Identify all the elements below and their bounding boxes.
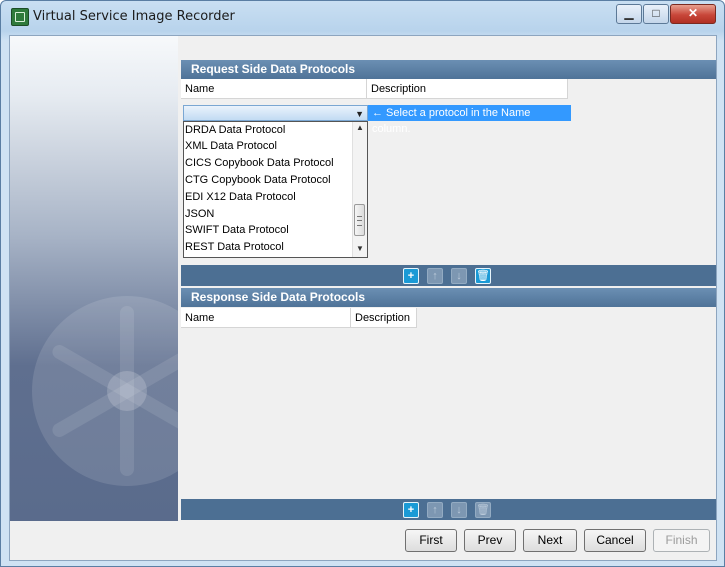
dropdown-item-ctg[interactable]: CTG Copybook Data Protocol: [184, 172, 331, 188]
recorder-window: Virtual Service Image Recorder ▁ □ ✕ Req…: [0, 0, 725, 567]
add-icon[interactable]: +: [403, 502, 419, 518]
dropdown-item-swift[interactable]: SWIFT Data Protocol: [184, 222, 289, 238]
request-protocols-table[interactable]: Name Description ▼ ← Select a protocol i…: [181, 79, 716, 265]
wizard-footer: First Prev Next Cancel Finish: [10, 521, 716, 560]
request-col-name[interactable]: Name: [181, 79, 367, 99]
scroll-down-icon[interactable]: ▼: [356, 244, 364, 253]
move-up-icon[interactable]: ↑: [427, 502, 443, 518]
next-button[interactable]: Next: [523, 529, 577, 552]
add-icon[interactable]: +: [403, 268, 419, 284]
delete-icon[interactable]: 🗑: [475, 502, 491, 518]
scroll-up-icon[interactable]: ▲: [356, 123, 364, 132]
request-section-header: Request Side Data Protocols: [181, 60, 716, 79]
title-bar[interactable]: Virtual Service Image Recorder ▁ □ ✕: [1, 1, 724, 35]
request-edit-row: ▼ ← Select a protocol in the Name column…: [181, 105, 716, 265]
response-section-header: Response Side Data Protocols: [181, 288, 716, 307]
window-title: Virtual Service Image Recorder: [33, 9, 235, 24]
select-protocol-hint: ← Select a protocol in the Name column.: [368, 105, 571, 135]
close-button[interactable]: ✕: [670, 4, 716, 24]
move-down-icon[interactable]: ↓: [451, 502, 467, 518]
dropdown-scrollbar[interactable]: ▲ ▼: [352, 122, 367, 257]
move-down-icon[interactable]: ↓: [451, 268, 467, 284]
response-col-description[interactable]: Description: [351, 308, 417, 328]
dropdown-item-rest[interactable]: REST Data Protocol: [184, 239, 284, 255]
wizard-side-banner: [10, 36, 178, 521]
move-up-icon[interactable]: ↑: [427, 268, 443, 284]
dropdown-item-edi[interactable]: EDI X12 Data Protocol: [184, 189, 296, 205]
combo-arrow-icon[interactable]: ▼: [355, 109, 364, 119]
app-icon: [11, 8, 29, 26]
scrollbar-thumb[interactable]: [354, 204, 365, 236]
client-area: Request Side Data Protocols Name Descrip…: [9, 35, 717, 561]
delete-icon[interactable]: 🗑: [475, 268, 491, 284]
response-toolbar: + ↑ ↓ 🗑: [181, 499, 716, 520]
dropdown-item-cics[interactable]: CICS Copybook Data Protocol: [184, 155, 334, 171]
response-col-name[interactable]: Name: [181, 308, 351, 328]
prev-button[interactable]: Prev: [464, 529, 516, 552]
request-col-description[interactable]: Description: [367, 79, 568, 99]
minimize-button[interactable]: ▁: [616, 4, 642, 24]
cancel-button[interactable]: Cancel: [584, 529, 646, 552]
protocol-dropdown-list[interactable]: DRDA Data Protocol XML Data Protocol CIC…: [183, 121, 368, 258]
dropdown-item-xml[interactable]: XML Data Protocol: [184, 138, 277, 154]
decorative-wheel-graphic: [32, 296, 178, 486]
finish-button[interactable]: Finish: [653, 529, 710, 552]
dropdown-item-drda[interactable]: DRDA Data Protocol: [184, 122, 285, 138]
first-button[interactable]: First: [405, 529, 457, 552]
dropdown-item-json[interactable]: JSON: [184, 206, 214, 222]
protocol-combo-box[interactable]: ▼: [183, 105, 368, 121]
response-protocols-table[interactable]: Name Description: [181, 308, 716, 499]
request-toolbar: + ↑ ↓ 🗑: [181, 265, 716, 286]
maximize-button[interactable]: □: [643, 4, 669, 24]
